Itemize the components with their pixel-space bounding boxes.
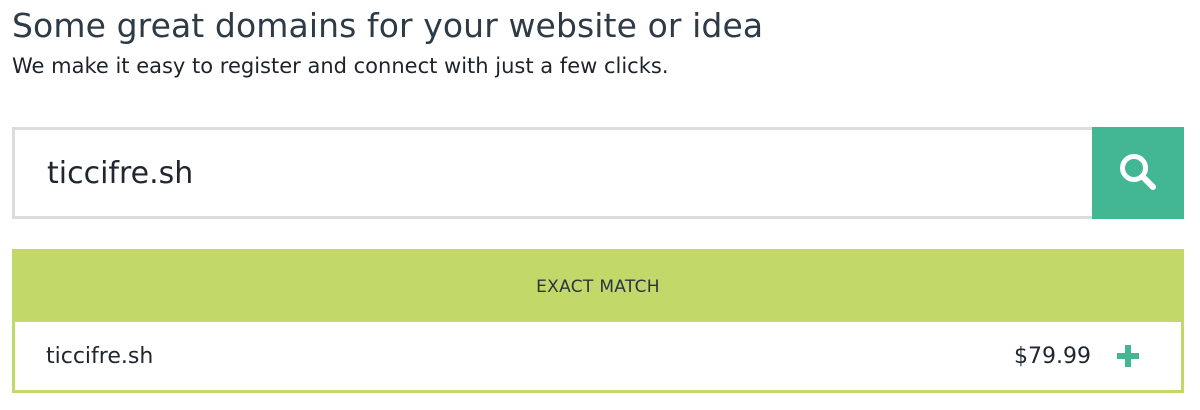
domain-search-bar [12,127,1184,219]
search-results: EXACT MATCH ticcifre.sh $79.99 [12,249,1184,393]
domain-search-input[interactable] [12,127,1092,219]
result-domain-name: ticcifre.sh [46,343,154,369]
domain-result-row: ticcifre.sh $79.99 [15,322,1181,390]
domain-search-page: Some great domains for your website or i… [0,0,1200,410]
search-button[interactable] [1092,127,1184,219]
page-title: Some great domains for your website or i… [12,6,764,45]
page-subtitle: We make it easy to register and connect … [12,54,669,78]
add-to-cart-button[interactable] [1115,343,1141,369]
result-price: $79.99 [1014,343,1091,369]
exact-match-header: EXACT MATCH [15,252,1181,322]
plus-icon [1117,345,1139,367]
search-icon [1116,150,1160,197]
